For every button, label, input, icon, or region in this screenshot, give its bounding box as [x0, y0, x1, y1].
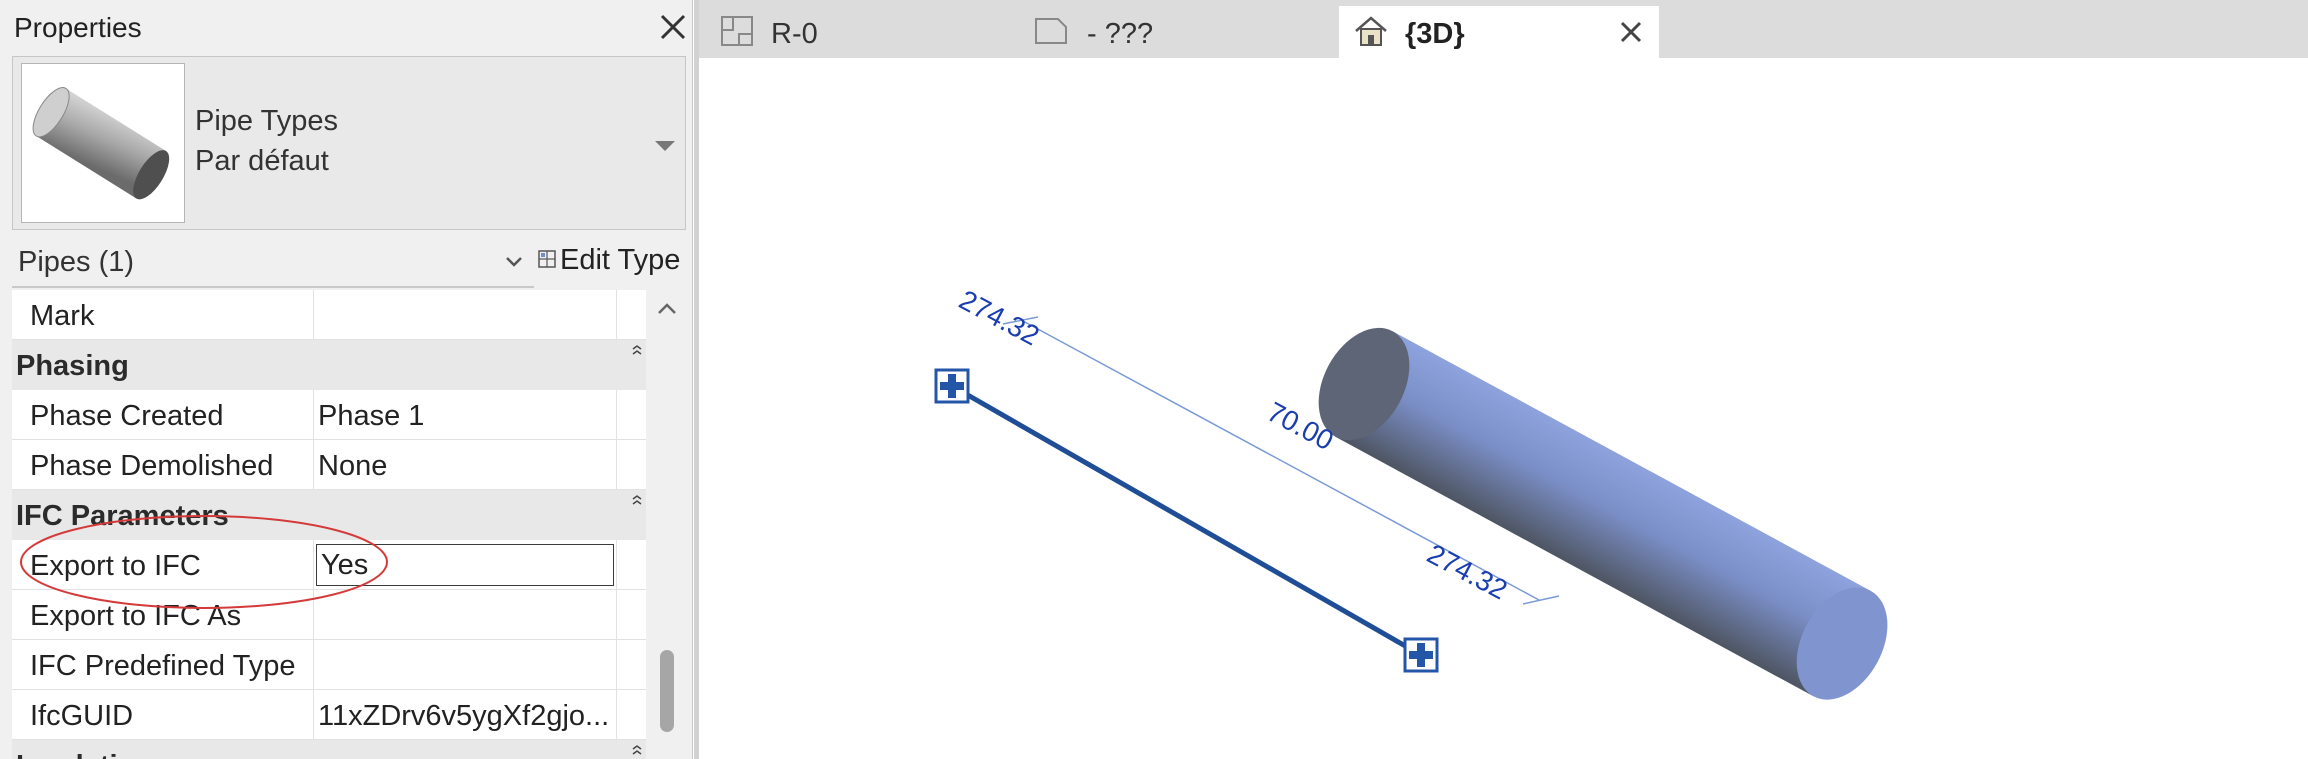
- group-header-ifc-parameters[interactable]: IFC Parameters: [12, 490, 646, 540]
- scroll-up-icon[interactable]: [652, 294, 682, 324]
- property-row-export-to-ifc[interactable]: Export to IFC Yes: [12, 540, 646, 590]
- dropdown-arrow-icon[interactable]: [651, 131, 679, 159]
- property-row-export-to-ifc-as[interactable]: Export to IFC As: [12, 590, 646, 640]
- tab-3d[interactable]: {3D}: [1339, 6, 1659, 58]
- view-tab-strip: R-0 - ??? {3D}: [699, 0, 2308, 58]
- column-divider: [616, 590, 617, 640]
- tab-label: {3D}: [1405, 18, 1465, 50]
- properties-scrollbar[interactable]: [648, 290, 686, 759]
- property-name: IFC Predefined Type: [30, 650, 296, 682]
- edit-type-button[interactable]: Edit Type: [538, 238, 690, 286]
- column-divider: [313, 640, 314, 690]
- pipe-type-thumbnail: [21, 63, 185, 223]
- property-name: Phase Demolished: [30, 450, 274, 482]
- collapse-icon[interactable]: [630, 344, 644, 356]
- group-header-insulation[interactable]: Insulation: [12, 740, 646, 759]
- column-divider: [616, 290, 617, 340]
- 3d-view-canvas[interactable]: 274.32 70.00 274.32: [699, 58, 2308, 759]
- type-family-label: Pipe Types: [195, 105, 338, 137]
- property-row-phase-demolished[interactable]: Phase Demolished None: [12, 440, 646, 490]
- group-title: IFC Parameters: [16, 500, 229, 532]
- property-value[interactable]: 11xZDrv6v5ygXf2gjo...: [318, 700, 628, 733]
- floor-plan-icon: [721, 16, 753, 46]
- collapse-icon[interactable]: [630, 744, 644, 756]
- column-divider: [616, 540, 617, 590]
- tab-sheet[interactable]: - ???: [1019, 6, 1319, 58]
- properties-panel: Properties Pipe Types Par défaut Pipes (…: [0, 0, 693, 759]
- column-divider: [616, 440, 617, 490]
- properties-grid: Mark Phasing Phase Created Phase 1 Phase…: [12, 290, 646, 759]
- property-row-mark[interactable]: Mark: [12, 290, 646, 340]
- instance-filter-label: Pipes (1): [18, 246, 135, 278]
- endpoint-grip-end[interactable]: [1403, 637, 1439, 673]
- column-divider: [616, 690, 617, 740]
- properties-title: Properties: [14, 12, 142, 43]
- property-name: Mark: [30, 300, 95, 332]
- tab-label: R-0: [771, 18, 818, 50]
- instance-filter-dropdown[interactable]: Pipes (1): [12, 236, 534, 288]
- property-row-phase-created[interactable]: Phase Created Phase 1: [12, 390, 646, 440]
- view-area: R-0 - ??? {3D} 274.32 70.00 274.32: [694, 0, 2308, 759]
- column-divider: [313, 440, 314, 490]
- type-selector[interactable]: Pipe Types Par défaut: [12, 56, 686, 230]
- edit-type-icon: [538, 250, 556, 268]
- scrollbar-thumb[interactable]: [660, 650, 674, 732]
- type-name-label: Par défaut: [195, 145, 329, 177]
- property-name: IfcGUID: [30, 700, 134, 732]
- column-divider: [616, 640, 617, 690]
- edit-type-label: Edit Type: [560, 244, 681, 276]
- property-name: Export to IFC: [30, 550, 201, 582]
- tab-r-0[interactable]: R-0: [705, 6, 1005, 58]
- property-name: Export to IFC As: [30, 600, 242, 632]
- pipe-thumbnail-icon: [32, 87, 170, 200]
- property-value[interactable]: Phase 1: [318, 400, 628, 433]
- pipe-element[interactable]: [1300, 312, 1906, 715]
- close-icon[interactable]: [656, 10, 690, 44]
- column-divider: [313, 540, 314, 590]
- column-divider: [616, 390, 617, 440]
- column-divider: [313, 390, 314, 440]
- column-divider: [313, 290, 314, 340]
- endpoint-grip-start[interactable]: [934, 368, 970, 404]
- export-to-ifc-field[interactable]: Yes: [316, 544, 614, 586]
- dimension-label-end[interactable]: 274.32: [1422, 538, 1512, 606]
- property-row-ifc-guid[interactable]: IfcGUID 11xZDrv6v5ygXf2gjo...: [12, 690, 646, 740]
- column-divider: [313, 590, 314, 640]
- group-title: Phasing: [16, 350, 129, 382]
- tab-label: - ???: [1087, 18, 1154, 50]
- close-icon[interactable]: [1617, 18, 1645, 46]
- column-divider: [313, 690, 314, 740]
- collapse-icon[interactable]: [630, 494, 644, 506]
- chevron-down-icon[interactable]: [502, 250, 526, 274]
- group-title: Insulation: [16, 750, 153, 759]
- 3d-house-icon: [1355, 16, 1387, 46]
- property-name: Phase Created: [30, 400, 224, 432]
- property-row-ifc-predefined-type[interactable]: IFC Predefined Type: [12, 640, 646, 690]
- dimension-label-start[interactable]: 274.32: [954, 284, 1044, 352]
- export-to-ifc-value: Yes: [321, 549, 369, 581]
- group-header-phasing[interactable]: Phasing: [12, 340, 646, 390]
- property-value[interactable]: None: [318, 450, 628, 483]
- properties-header: Properties: [0, 0, 692, 56]
- sheet-icon: [1035, 18, 1067, 44]
